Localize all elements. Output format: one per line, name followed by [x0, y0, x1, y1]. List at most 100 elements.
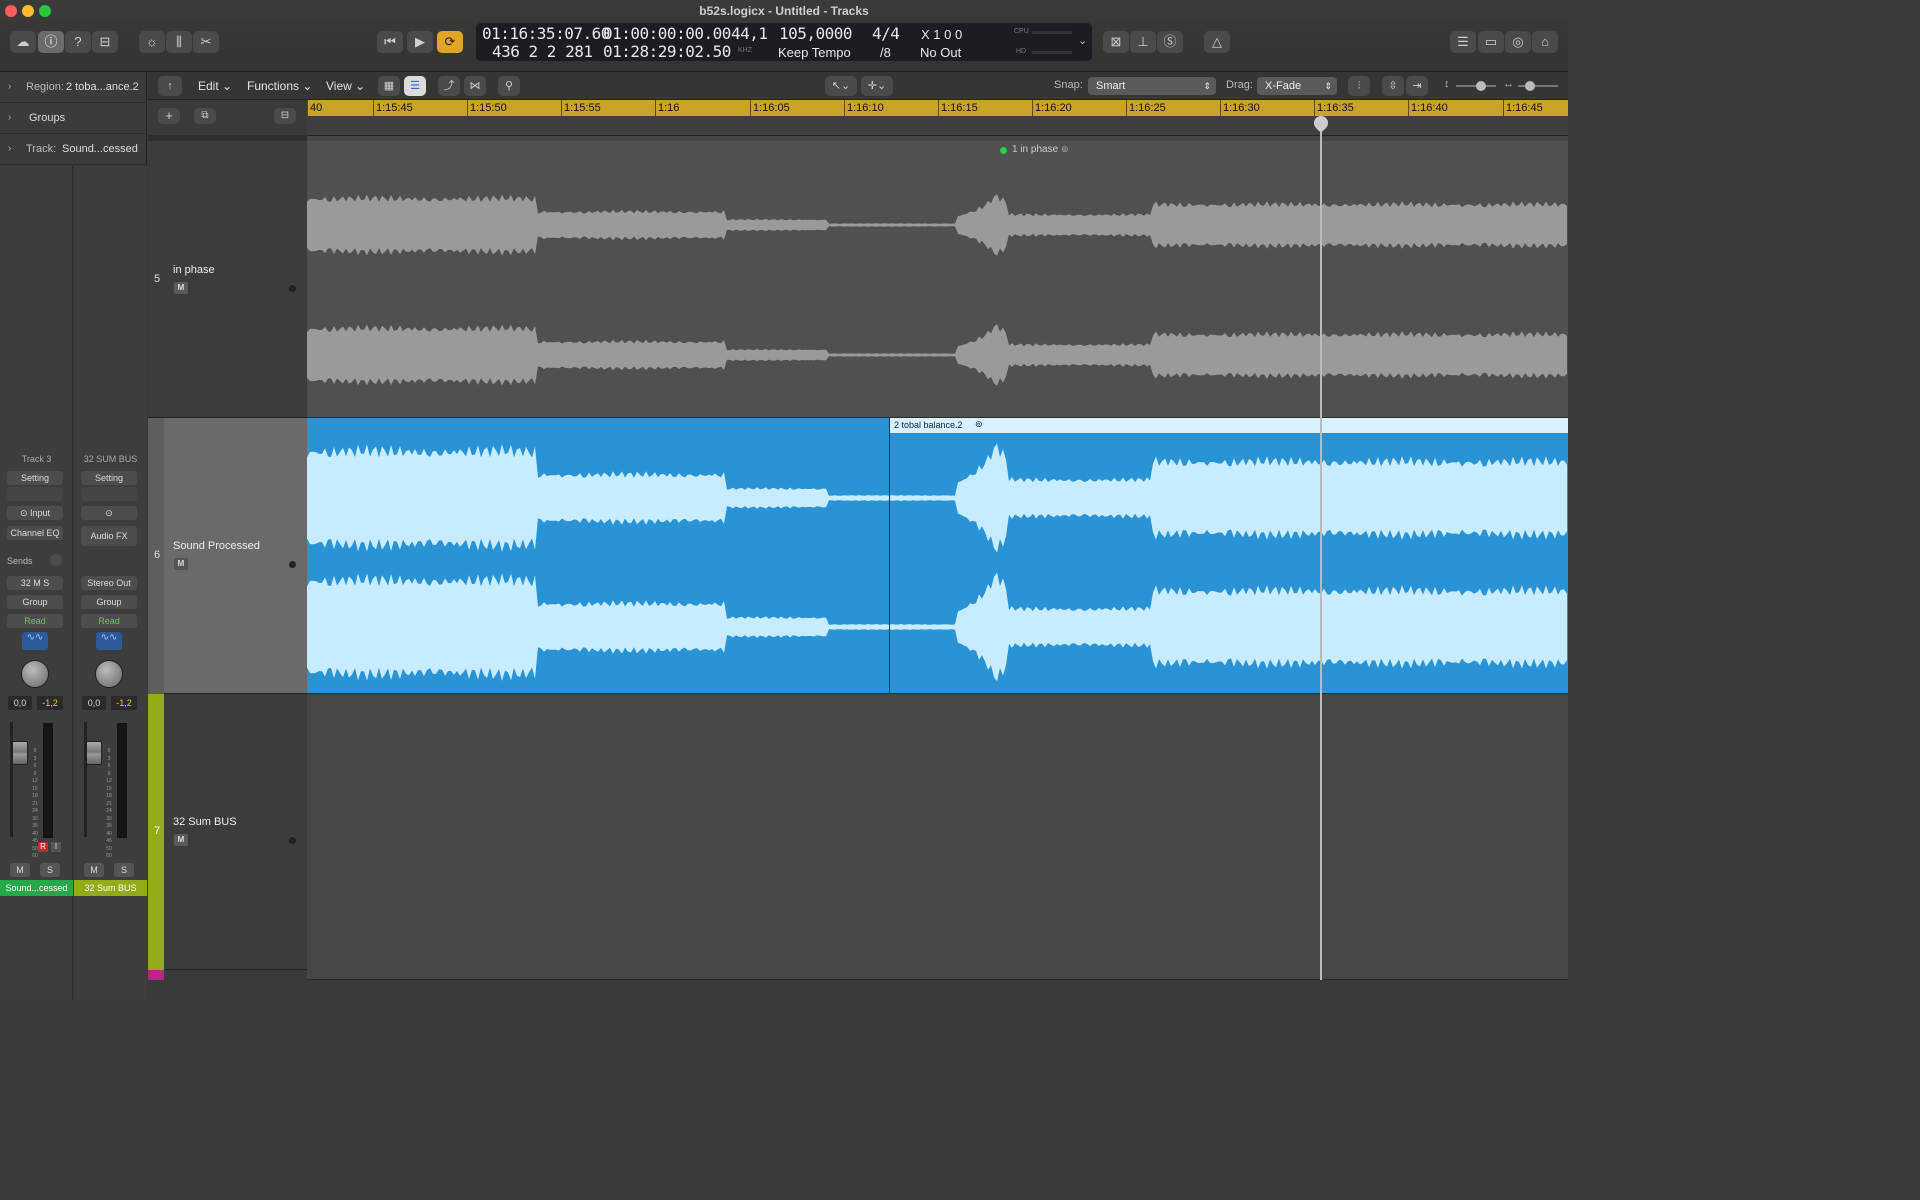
fit-icon[interactable]: ⇥: [1406, 76, 1428, 96]
meter-scale-label: 6: [107, 763, 111, 769]
region-sound-processed[interactable]: 2 tobal balance.2 ⊚: [307, 418, 1568, 694]
chevron-right-icon: ›: [8, 112, 12, 123]
eq-thumbnail[interactable]: [7, 487, 63, 501]
marker-lane[interactable]: [307, 116, 1568, 136]
playhead[interactable]: [1320, 116, 1322, 980]
record-dot[interactable]: [289, 285, 296, 292]
loop-browser-icon[interactable]: ◎: [1505, 31, 1531, 53]
automation-read-button[interactable]: Read: [7, 614, 63, 628]
pan-knob[interactable]: [21, 660, 49, 688]
pointer-tool-icon[interactable]: ↖⌄: [825, 76, 857, 96]
smart-controls-icon[interactable]: ☼: [139, 31, 165, 53]
view-menu[interactable]: View ⌄: [326, 77, 365, 95]
ruler-tick: 1:16:10: [844, 100, 884, 116]
arrange-area[interactable]: 1 in phase ⊚ 2 tobal balance.2 ⊚: [307, 136, 1568, 980]
setting-button[interactable]: Setting: [7, 471, 63, 485]
mute-button[interactable]: M: [174, 558, 188, 570]
region-inspector-row[interactable]: › Region: 2 toba...ance.2: [0, 72, 147, 103]
rewind-icon[interactable]: ⏮: [377, 31, 403, 53]
quick-help-icon[interactable]: ?: [65, 31, 91, 53]
chevron-down-icon: ⌄: [302, 79, 313, 93]
play-icon[interactable]: ▶: [407, 31, 433, 53]
track-header-in-phase[interactable]: 5 in phase M: [148, 141, 307, 418]
track-header-sound-processed[interactable]: 6 Sound Processed M: [148, 418, 307, 694]
output-button[interactable]: Stereo Out: [81, 576, 137, 590]
track-header-sum-bus[interactable]: 7 32 Sum BUS M: [148, 694, 307, 970]
volume-fader[interactable]: [86, 741, 102, 765]
groups-row[interactable]: › Groups: [0, 103, 147, 134]
catch-icon[interactable]: ⚲: [498, 76, 520, 96]
group-button[interactable]: Group: [81, 595, 137, 609]
region-header[interactable]: [890, 418, 1568, 433]
inspector-icon[interactable]: ⓘ: [38, 31, 64, 53]
solo-icon[interactable]: Ⓢ: [1157, 31, 1183, 53]
horizontal-zoom-thumb[interactable]: [1525, 81, 1535, 91]
group-button[interactable]: Group: [7, 595, 63, 609]
meter-scale-label: 35: [32, 823, 38, 829]
record-dot[interactable]: [289, 561, 296, 568]
solo-button[interactable]: S: [114, 863, 134, 877]
cycle-icon[interactable]: ⟳: [437, 31, 463, 53]
library-icon[interactable]: ☁: [10, 31, 36, 53]
mute-button[interactable]: M: [174, 834, 188, 846]
region-tobal-balance[interactable]: 2 tobal balance.2 ⊚: [889, 418, 1568, 694]
vertical-zoom-thumb[interactable]: [1476, 81, 1486, 91]
record-dot[interactable]: [289, 837, 296, 844]
timeline-ruler[interactable]: 40 1:15:45 1:15:50 1:15:55 1:16 1:16:05 1:16:1…: [307, 100, 1568, 116]
waveform-zoom-icon[interactable]: ⫶: [1348, 76, 1370, 96]
waveform-in-phase: [307, 194, 1567, 386]
grid-icon[interactable]: ▦: [378, 76, 400, 96]
input-monitor-button[interactable]: I: [51, 842, 61, 852]
secondary-tool-icon[interactable]: ✛⌄: [861, 76, 893, 96]
horizontal-zoom-slider[interactable]: [1518, 85, 1558, 87]
meter-scale-label: 9: [33, 770, 37, 777]
metronome-icon[interactable]: △: [1204, 31, 1230, 53]
mute-button[interactable]: M: [174, 282, 188, 294]
flex-icon[interactable]: ⋈: [464, 76, 486, 96]
level-meter: [43, 723, 53, 838]
input-button[interactable]: ⊙ Input: [7, 506, 63, 520]
mute-button[interactable]: M: [10, 863, 30, 877]
output-button[interactable]: 32 M S: [7, 576, 63, 590]
list-editors-icon[interactable]: ☰: [1450, 31, 1476, 53]
edit-menu[interactable]: Edit ⌄: [198, 77, 232, 95]
mute-button[interactable]: M: [84, 863, 104, 877]
editors-icon[interactable]: ✂: [193, 31, 219, 53]
chevron-down-icon: ⌄: [355, 79, 366, 93]
count-in-icon[interactable]: ⊥: [1130, 31, 1156, 53]
strip-track-label: 32 Sum BUS: [74, 880, 147, 896]
meter-scale-label: 21: [106, 800, 112, 807]
add-track-button[interactable]: +: [158, 108, 180, 124]
audio-fx-slot[interactable]: Audio FX: [81, 526, 137, 546]
vertical-zoom-icon[interactable]: ⇳: [1382, 76, 1404, 96]
lcd-display[interactable]: 01:16:35:07.60 436 2 2 281 01:00:00:00.0…: [476, 23, 1092, 61]
replace-icon[interactable]: ⊠: [1103, 31, 1129, 53]
snap-dropdown[interactable]: Smart ⇕: [1088, 77, 1216, 95]
setting-button[interactable]: Setting: [81, 471, 137, 485]
list-icon[interactable]: ☰: [404, 76, 426, 96]
global-tracks-icon[interactable]: ⊟: [274, 108, 296, 124]
browsers-icon[interactable]: ⌂: [1532, 31, 1558, 53]
eq-thumbnail[interactable]: [81, 487, 137, 501]
link-button[interactable]: ⊙: [81, 506, 137, 520]
toolbar-icon[interactable]: ⊟: [92, 31, 118, 53]
ruler-tick: 1:16:05: [750, 100, 790, 116]
automation-read-button[interactable]: Read: [81, 614, 137, 628]
volume-readout: 0,0: [82, 696, 106, 710]
pan-knob[interactable]: [95, 660, 123, 688]
lcd-chevron-icon[interactable]: ⌄: [1078, 34, 1087, 47]
drag-dropdown[interactable]: X-Fade ⇕: [1257, 77, 1337, 95]
solo-button[interactable]: S: [40, 863, 60, 877]
up-arrow-icon[interactable]: ↑: [158, 76, 182, 96]
automation-icon[interactable]: ⤴: [438, 76, 460, 96]
channel-eq-slot[interactable]: Channel EQ: [7, 526, 63, 540]
lcd-tempo-mode: Keep Tempo: [778, 45, 851, 60]
functions-menu[interactable]: Functions ⌄: [247, 77, 312, 95]
notepad-icon[interactable]: ▭: [1478, 31, 1504, 53]
mixer-icon[interactable]: ⫼: [166, 31, 192, 53]
waveform-icon: ∿∿: [96, 632, 122, 650]
volume-fader[interactable]: [12, 741, 28, 765]
sends-knob[interactable]: [50, 554, 62, 566]
duplicate-track-icon[interactable]: ⧉: [194, 108, 216, 124]
track-inspector-row[interactable]: › Track: Sound...cessed: [0, 134, 147, 165]
